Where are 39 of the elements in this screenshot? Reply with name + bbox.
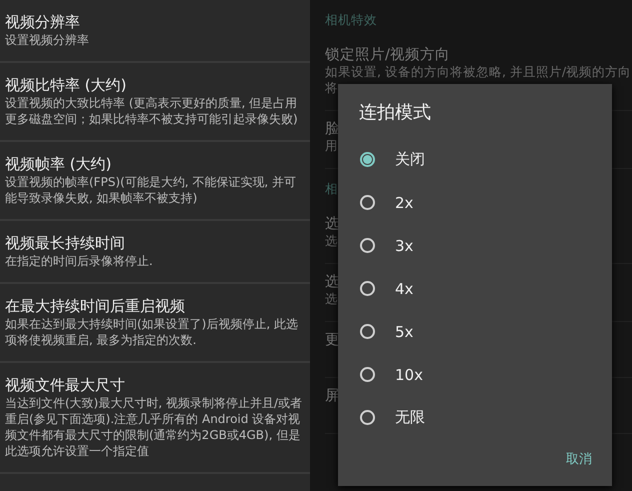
option-label[interactable]: 5x — [395, 322, 414, 340]
option-label[interactable]: 10x — [395, 366, 423, 384]
radio-button[interactable] — [360, 410, 375, 425]
option-label[interactable]: 3x — [395, 236, 414, 254]
setting-summary: 当达到文件(大致)最大尺寸时, 视频录制将停止并且/或者重启(参见下面选项).注意几乎所有的 Android 设备对视频文件都有最大尺寸的限制(通常约为2GB或4GB), 但是此选项允许设置一个指定值 — [5, 395, 303, 459]
radio-button[interactable] — [360, 152, 375, 167]
radio-button[interactable] — [360, 324, 375, 339]
radio-button[interactable] — [360, 195, 375, 210]
option-label[interactable]: 4x — [395, 280, 414, 298]
radio-button[interactable] — [360, 238, 375, 253]
setting-title: 锁定照片/视频方向 — [325, 46, 450, 64]
option-label[interactable]: 无限 — [395, 408, 425, 427]
setting-summary: 将 — [325, 80, 338, 96]
category-header: 相 — [325, 181, 338, 198]
setting-summary: 设置视频的大致比特率 (更高表示更好的质量, 但是占用更多磁盘空间；如果比特率不被支持可能引起录像失败) — [5, 95, 299, 127]
setting-title: 脸 — [325, 120, 340, 138]
radio-button[interactable] — [360, 281, 375, 296]
setting-title: 在最大持续时间后重启视频 — [5, 297, 186, 316]
setting-summary: 设置视频分辨率 — [5, 32, 90, 48]
setting-title: 屏 — [325, 387, 340, 405]
dialog-title: 连拍模式 — [358, 102, 432, 125]
setting-summary: 如果在达到最大持续时间(如果设置了)后视频停止, 此选项将使视频重启, 最多为指定的次数. — [5, 316, 299, 348]
setting-summary: 选 — [325, 233, 338, 249]
category-header: 相机特效 — [325, 12, 377, 29]
setting-summary: 用 — [325, 138, 338, 154]
option-label[interactable]: 2x — [395, 194, 414, 212]
setting-title: 视频分辨率 — [5, 13, 81, 32]
setting-title: 更 — [325, 331, 340, 349]
setting-title: 视频帧率 (大约) — [5, 155, 112, 174]
setting-summary: 设置视频的帧率(FPS)(可能是大约, 不能保证实现, 并可能导致录像失败, 如果帧率不被支持) — [5, 174, 298, 206]
cancel-button[interactable]: 取消 — [560, 446, 598, 472]
setting-summary: 在指定的时间后录像将停止. — [5, 253, 154, 269]
setting-summary: 选 — [325, 291, 338, 307]
setting-summary: 如果设置, 设备的方向将被忽略, 并且照片/视频的方向 — [325, 64, 632, 80]
setting-title: 视频最长持续时间 — [5, 234, 126, 253]
radio-button[interactable] — [360, 367, 375, 382]
option-label[interactable]: 关闭 — [395, 150, 425, 169]
setting-title: 视频比特率 (大约) — [5, 76, 128, 95]
setting-title: 视频文件最大尺寸 — [5, 376, 126, 395]
